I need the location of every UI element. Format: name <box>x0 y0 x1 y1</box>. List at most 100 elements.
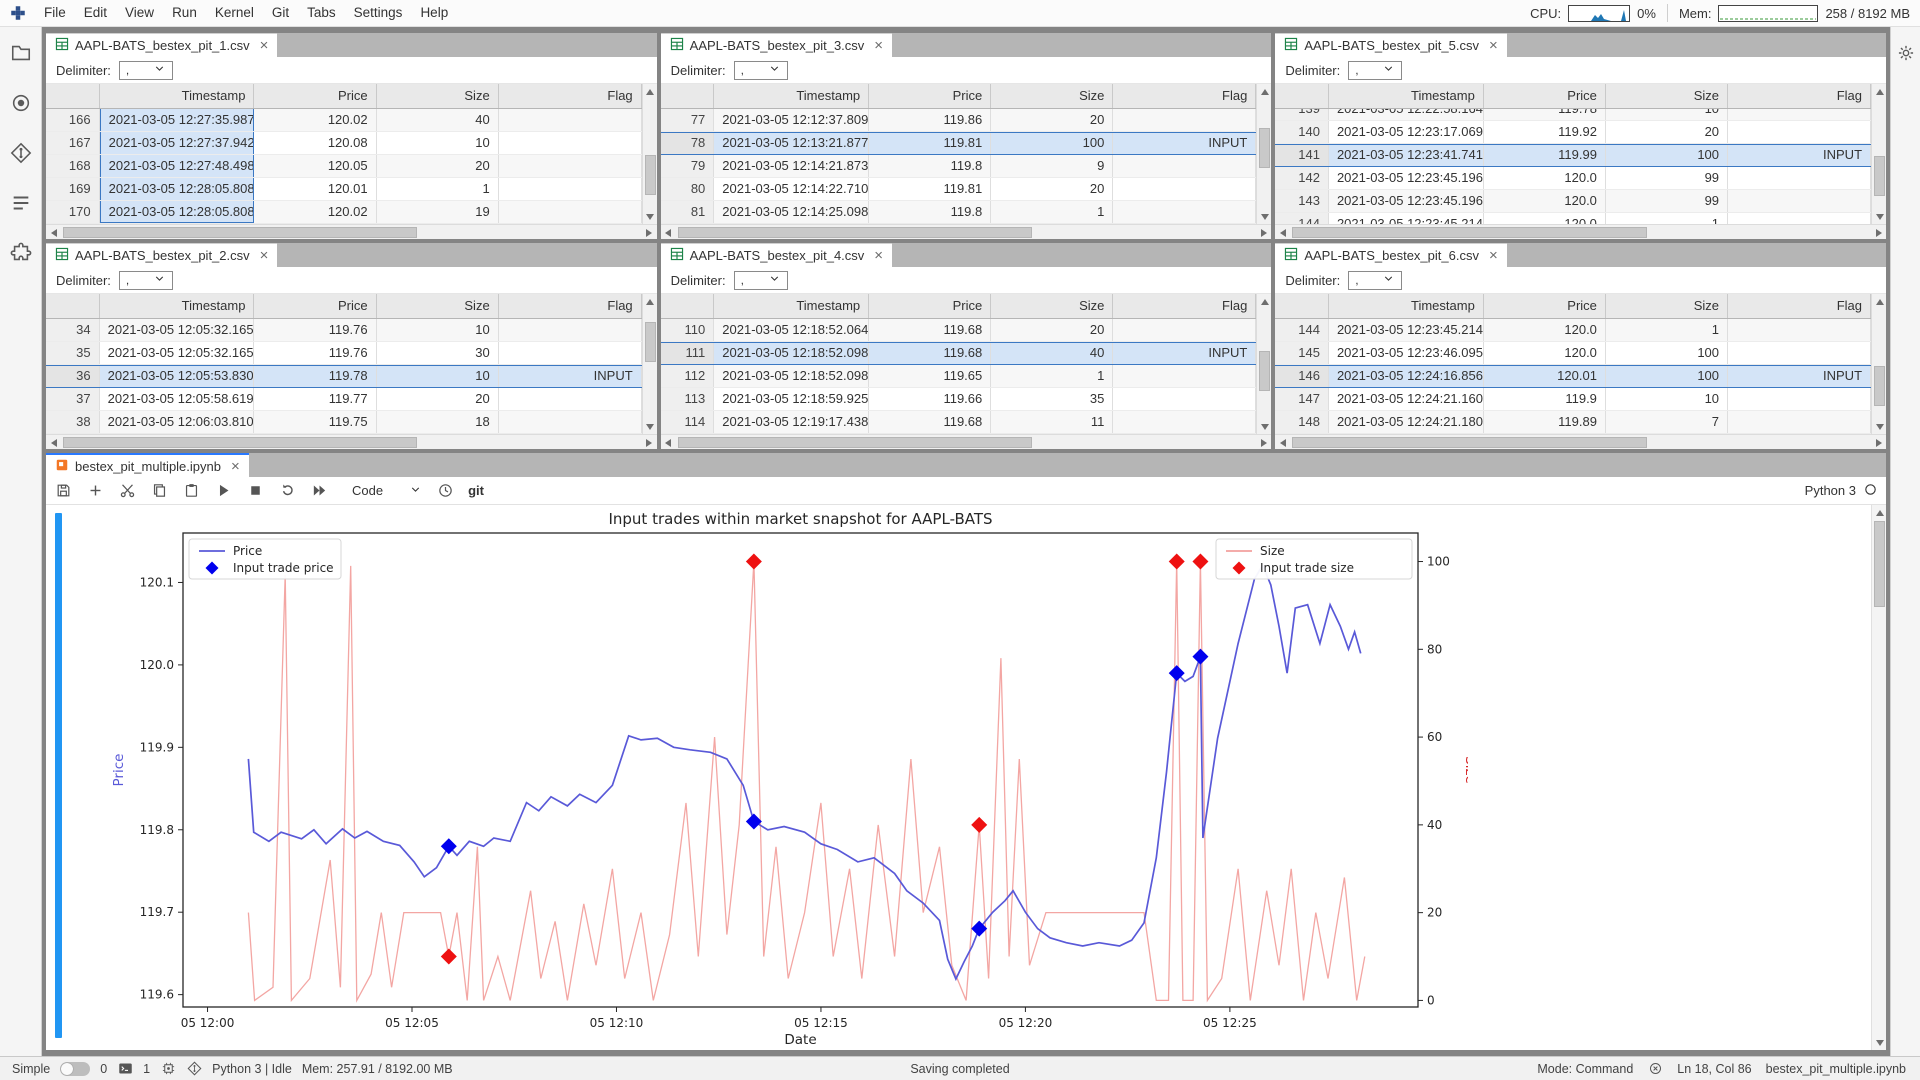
delimiter-select[interactable]: , <box>119 271 173 290</box>
scroll-up-icon[interactable] <box>1872 294 1887 309</box>
cell-timestamp[interactable]: 2021-03-05 12:06:03.810800 <box>100 411 255 433</box>
column-header-timestamp[interactable]: Timestamp <box>714 84 869 108</box>
cell-flag[interactable]: INPUT <box>499 366 642 387</box>
table-row[interactable]: 1442021-03-05 12:23:45.214500120.01 <box>1275 213 1871 224</box>
cell-size[interactable]: 7 <box>1606 411 1728 433</box>
cell-timestamp[interactable]: 2021-03-05 12:23:45.196000 <box>1329 167 1484 189</box>
delimiter-select[interactable]: , <box>734 271 788 290</box>
menu-item-file[interactable]: File <box>35 0 75 26</box>
cell-timestamp[interactable]: 2021-03-05 12:12:37.809100 <box>714 109 869 131</box>
cell-price[interactable]: 119.81 <box>869 178 991 200</box>
column-header-index[interactable] <box>46 294 100 318</box>
cell-flag[interactable] <box>1113 201 1256 223</box>
cell-size[interactable]: 10 <box>377 132 499 154</box>
cell-size[interactable]: 1 <box>991 201 1113 223</box>
cell-size[interactable]: 20 <box>377 388 499 410</box>
menu-item-run[interactable]: Run <box>163 0 206 26</box>
table-row[interactable]: 1412021-03-05 12:23:41.741800119.99100IN… <box>1275 144 1871 167</box>
table-row[interactable]: 802021-03-05 12:14:22.710900119.8120 <box>661 178 1257 201</box>
cell-size[interactable]: 20 <box>377 155 499 177</box>
cell-price[interactable]: 119.8 <box>869 201 991 223</box>
copy-icon[interactable] <box>150 482 168 500</box>
cell-row-index[interactable]: 34 <box>46 319 100 341</box>
cell-flag[interactable] <box>1113 319 1256 341</box>
delimiter-select[interactable]: , <box>1348 61 1402 80</box>
cell-row-index[interactable]: 38 <box>46 411 100 433</box>
cell-timestamp[interactable]: 2021-03-05 12:28:05.808600 <box>100 201 255 223</box>
scrollbar-thumb[interactable] <box>645 155 656 195</box>
menu-item-git[interactable]: Git <box>263 0 298 26</box>
table-row[interactable]: 1682021-03-05 12:27:48.498600120.0520 <box>46 155 642 178</box>
cell-row-index[interactable]: 112 <box>661 365 715 387</box>
kernel-chip-icon[interactable] <box>160 1061 176 1077</box>
scroll-left-icon[interactable] <box>1275 435 1290 450</box>
column-header-size[interactable]: Size <box>1606 84 1728 108</box>
horizontal-scrollbar[interactable] <box>661 224 1272 239</box>
kernels-count[interactable]: 1 <box>143 1062 150 1076</box>
cell-row-index[interactable]: 141 <box>1275 145 1329 166</box>
trust-indicator-icon[interactable] <box>1647 1061 1663 1077</box>
cell-type-select[interactable]: Code <box>352 483 422 499</box>
active-cell-indicator[interactable] <box>55 513 62 1038</box>
tab-csv-file[interactable]: AAPL-BATS_bestex_pit_2.csv× <box>46 243 277 267</box>
scroll-down-icon[interactable] <box>1257 419 1272 434</box>
table-row[interactable]: 372021-03-05 12:05:58.619500119.7720 <box>46 388 642 411</box>
table-row[interactable]: 1122021-03-05 12:18:52.098700119.651 <box>661 365 1257 388</box>
scroll-down-icon[interactable] <box>643 419 658 434</box>
cell-flag[interactable] <box>499 201 642 223</box>
cell-flag[interactable] <box>1113 388 1256 410</box>
cell-row-index[interactable]: 114 <box>661 411 715 433</box>
cell-size[interactable]: 35 <box>991 388 1113 410</box>
cell-flag[interactable] <box>499 411 642 433</box>
scrollbar-thumb[interactable] <box>1874 366 1885 406</box>
cell-row-index[interactable]: 81 <box>661 201 715 223</box>
column-header-size[interactable]: Size <box>377 84 499 108</box>
column-header-timestamp[interactable]: Timestamp <box>100 294 255 318</box>
cell-price[interactable]: 119.77 <box>254 388 376 410</box>
column-header-timestamp[interactable]: Timestamp <box>714 294 869 318</box>
cell-size[interactable]: 10 <box>377 366 499 387</box>
table-row[interactable]: 1132021-03-05 12:18:59.925100119.6635 <box>661 388 1257 411</box>
scrollbar-thumb[interactable] <box>678 437 1032 448</box>
cell-timestamp[interactable]: 2021-03-05 12:27:48.498600 <box>100 155 255 177</box>
column-header-price[interactable]: Price <box>869 294 991 318</box>
add-icon[interactable] <box>86 482 104 500</box>
cell-size[interactable]: 18 <box>377 411 499 433</box>
cell-size[interactable]: 9 <box>991 155 1113 177</box>
menu-item-view[interactable]: View <box>116 0 163 26</box>
gear-icon[interactable] <box>1894 41 1918 65</box>
cell-flag[interactable] <box>1728 342 1871 364</box>
cell-row-index[interactable]: 167 <box>46 132 100 154</box>
horizontal-scrollbar[interactable] <box>46 434 657 449</box>
cell-flag[interactable] <box>1728 213 1871 224</box>
column-header-price[interactable]: Price <box>1484 294 1606 318</box>
cell-price[interactable]: 120.01 <box>254 178 376 200</box>
cell-timestamp[interactable]: 2021-03-05 12:18:52.098700 <box>714 365 869 387</box>
scroll-up-icon[interactable] <box>1257 84 1272 99</box>
scroll-down-icon[interactable] <box>1872 209 1887 224</box>
scroll-down-icon[interactable] <box>1872 419 1887 434</box>
column-header-timestamp[interactable]: Timestamp <box>1329 294 1484 318</box>
cell-timestamp[interactable]: 2021-03-05 12:24:21.160200 <box>1329 388 1484 410</box>
horizontal-scrollbar[interactable] <box>1275 224 1886 239</box>
cell-size[interactable]: 11 <box>991 411 1113 433</box>
close-icon[interactable]: × <box>231 459 240 474</box>
cell-flag[interactable]: INPUT <box>1728 145 1871 166</box>
column-header-index[interactable] <box>661 84 715 108</box>
cell-price[interactable]: 119.78 <box>1484 109 1606 120</box>
column-header-flag[interactable]: Flag <box>1113 294 1256 318</box>
cell-price[interactable]: 119.86 <box>869 109 991 131</box>
cell-price[interactable]: 119.66 <box>869 388 991 410</box>
close-icon[interactable]: × <box>1489 248 1498 263</box>
table-row[interactable]: 1102021-03-05 12:18:52.064700119.6820 <box>661 319 1257 342</box>
vertical-scrollbar[interactable] <box>1256 294 1271 434</box>
cell-flag[interactable] <box>499 319 642 341</box>
terminals-count[interactable]: 0 <box>100 1062 107 1076</box>
cell-timestamp[interactable]: 2021-03-05 12:14:25.098200 <box>714 201 869 223</box>
cell-timestamp[interactable]: 2021-03-05 12:18:59.925100 <box>714 388 869 410</box>
cell-timestamp[interactable]: 2021-03-05 12:05:32.165800 <box>100 342 255 364</box>
scroll-right-icon[interactable] <box>1871 435 1886 450</box>
cell-size[interactable]: 1 <box>377 178 499 200</box>
scrollbar-thumb[interactable] <box>1292 227 1646 238</box>
cell-price[interactable]: 119.9 <box>1484 388 1606 410</box>
